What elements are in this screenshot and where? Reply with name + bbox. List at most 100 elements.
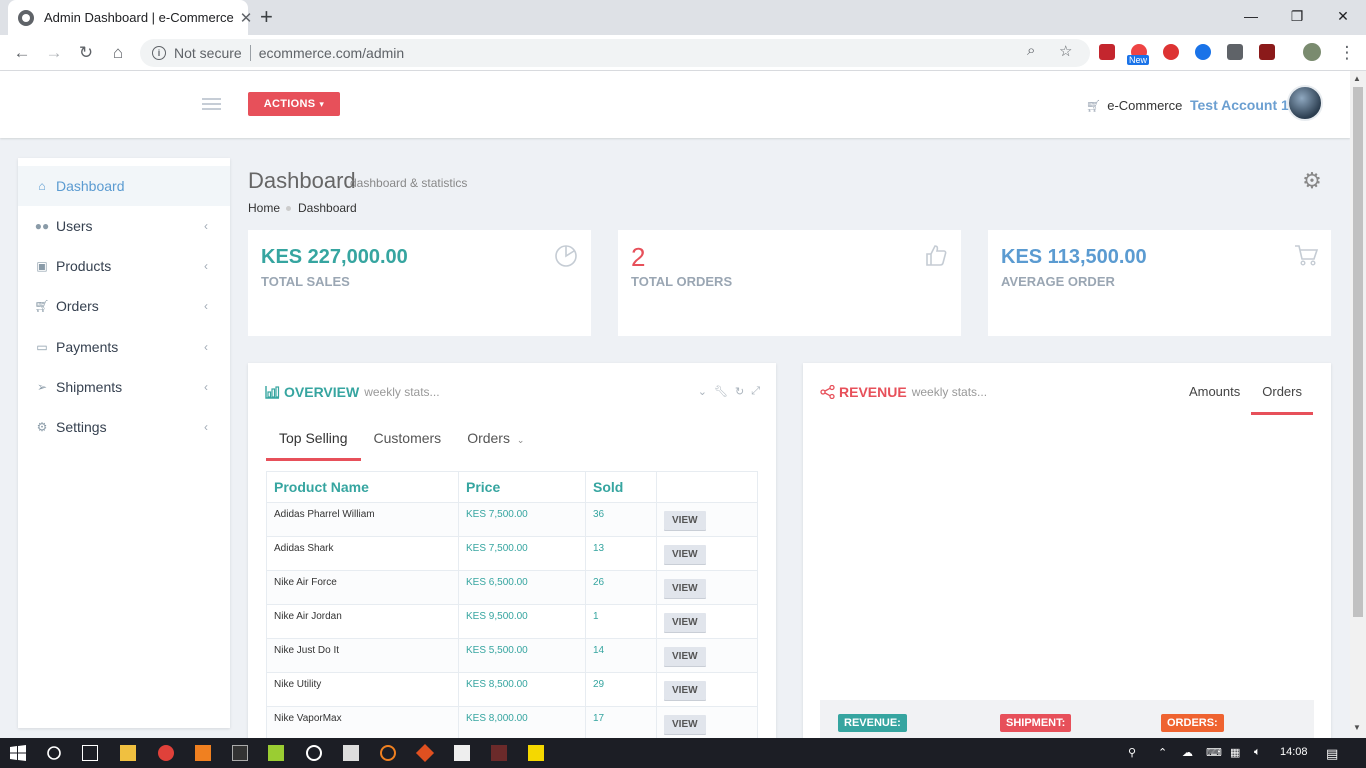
people-icon[interactable]: ⚲ [1128,746,1136,759]
view-button[interactable]: VIEW [664,579,706,598]
overview-tabs: Top Selling Customers Orders ⌄ [266,423,537,461]
sticky-notes-icon[interactable] [528,745,544,761]
tab-title: Admin Dashboard | e-Commerce [44,10,234,25]
stat-value: 2 [631,242,646,272]
url-text[interactable]: ecommerce.com/admin [259,45,405,61]
hamburger-icon[interactable] [202,98,221,111]
chevron-left-icon: ‹ [204,299,208,313]
profile-avatar[interactable] [1303,43,1321,61]
refresh-icon[interactable]: ↻ [735,385,744,398]
menu-icon[interactable]: ⋮ [1335,41,1359,65]
product-price: KES 8,000.00 [458,706,586,741]
clock[interactable]: 14:08 [1280,746,1308,758]
actions-button[interactable]: ACTIONS ▾ [248,92,340,116]
view-button[interactable]: VIEW [664,715,706,734]
product-price: KES 6,500.00 [458,570,586,605]
browser-tab[interactable]: Admin Dashboard | e-Commerce ✕ [8,0,252,35]
chevron-down-icon: ⌄ [516,435,525,445]
tab-top-selling[interactable]: Top Selling [266,423,361,461]
wrench-icon[interactable]: 🔧︎ [714,385,728,398]
extension-icon[interactable] [1227,44,1243,60]
view-button[interactable]: VIEW [664,545,706,564]
revenue-tabs: Amounts Orders [1178,377,1313,415]
sidebar-item-settings[interactable]: ⚙ Settings ‹ [18,407,230,447]
search-icon[interactable] [46,745,62,761]
shop-link[interactable]: 🛒︎ e-Commerce [1086,98,1182,113]
tab-customers[interactable]: Customers [361,423,455,461]
notifications-icon[interactable]: ▤ [1326,746,1338,762]
sidebar-item-users[interactable]: ●● Users ‹ [18,206,230,246]
collapse-icon[interactable]: ⌄ [698,385,707,398]
fullscreen-icon[interactable]: ⤢ [751,385,760,398]
extension-icon[interactable] [1163,44,1179,60]
chevron-left-icon: ‹ [204,219,208,233]
breadcrumb-home[interactable]: Home [248,201,280,215]
network-icon[interactable]: ▦ [1230,746,1240,759]
address-bar[interactable]: i Not secure ecommerce.com/admin [140,39,1090,67]
minimize-button[interactable]: — [1228,0,1274,32]
security-label: Not secure [174,45,242,61]
bookmark-star-icon[interactable]: ☆ [1059,42,1072,60]
task-view-icon[interactable] [82,745,98,761]
page-scrollbar[interactable]: ▲ ▼ [1350,71,1366,738]
close-window-button[interactable]: ✕ [1320,0,1366,32]
close-tab-icon[interactable]: ✕ [240,9,253,27]
mail-icon[interactable] [343,745,359,761]
scrollbar-thumb[interactable] [1353,87,1363,617]
zoom-icon[interactable]: ⌕ [1027,42,1035,59]
scroll-down-icon[interactable]: ▼ [1353,723,1361,732]
windows-start-icon[interactable] [10,745,26,761]
restore-button[interactable]: ❐ [1274,0,1320,32]
view-button[interactable]: VIEW [664,647,706,666]
extension-icon[interactable] [1195,44,1211,60]
chevron-up-icon[interactable]: ⌃ [1158,746,1167,759]
product-price: KES 8,500.00 [458,672,586,707]
sidebar-item-dashboard[interactable]: ⌂ Dashboard [18,166,230,206]
home-icon[interactable]: ⌂ [106,41,130,65]
account-name[interactable]: Test Account 1 [1190,97,1289,113]
tab-orders[interactable]: Orders [1251,377,1313,415]
sublime-icon[interactable] [195,745,211,761]
file-explorer-icon[interactable] [120,745,136,761]
forward-icon[interactable]: → [42,41,66,65]
gear-icon[interactable]: ⚙ [1299,168,1325,194]
product-name: Nike Air Force [266,570,459,605]
extension-icon[interactable] [1099,44,1115,60]
app-icon[interactable] [491,745,507,761]
sidebar-item-label: Shipments [56,379,123,395]
browser-toolbar: ← → ↻ ⌂ i Not secure ecommerce.com/admin… [0,35,1366,71]
overview-title: OVERVIEW weekly stats... [265,384,440,400]
git-icon[interactable] [415,743,435,763]
product-sold: 26 [585,570,657,605]
onedrive-icon[interactable]: ☁ [1182,746,1193,759]
scroll-up-icon[interactable]: ▲ [1353,74,1361,83]
sidebar-item-shipments[interactable]: ➢ Shipments ‹ [18,367,230,407]
store-icon[interactable] [454,745,470,761]
sidebar-item-payments[interactable]: ▭ Payments ‹ [18,327,230,367]
back-icon[interactable]: ← [10,41,34,65]
input-method-icon[interactable]: ⌨ [1206,746,1222,759]
tab-amounts[interactable]: Amounts [1178,377,1251,415]
avatar[interactable] [1287,85,1323,121]
view-button[interactable]: VIEW [664,613,706,632]
reload-icon[interactable]: ↻ [74,41,98,65]
view-button[interactable]: VIEW [664,681,706,700]
info-icon[interactable]: i [152,46,166,60]
tab-orders-dropdown[interactable]: Orders ⌄ [454,423,537,461]
chrome-icon[interactable] [158,745,174,761]
search-tool-icon[interactable] [380,745,396,761]
media-player-icon[interactable] [268,745,284,761]
obs-icon[interactable] [306,745,322,761]
product-price: KES 7,500.00 [458,536,586,571]
page-subtitle: dashboard & statistics [350,176,468,190]
new-tab-button[interactable]: + [260,5,273,29]
extension-icon[interactable] [1259,44,1275,60]
volume-icon[interactable]: 🔈︎ [1254,746,1261,759]
terminal-icon[interactable] [232,745,248,761]
sidebar-item-products[interactable]: ▣ Products ‹ [18,246,230,286]
sidebar-item-orders[interactable]: 🛒︎ Orders ‹ [18,286,230,326]
chevron-left-icon: ‹ [204,259,208,273]
portlet-tools: ⌄ 🔧︎ ↻ ⤢ [698,385,760,398]
revenue-subtitle: weekly stats... [911,385,988,399]
view-button[interactable]: VIEW [664,511,706,530]
